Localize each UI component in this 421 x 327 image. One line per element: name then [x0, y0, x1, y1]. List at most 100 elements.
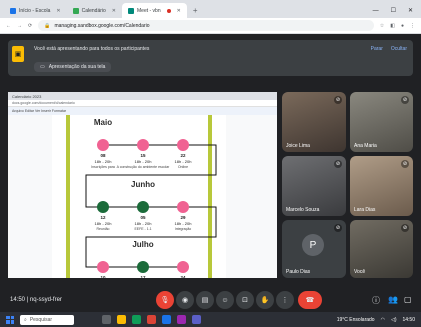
weather-text[interactable]: 19°C Ensolarado	[337, 317, 375, 323]
event-dot	[137, 201, 149, 213]
event-dot	[137, 139, 149, 151]
event-day: 24	[180, 275, 186, 278]
close-icon[interactable]: ✕	[56, 8, 60, 14]
browser-tab-3[interactable]: Meet - vbn ✕	[122, 3, 187, 18]
bookmark-icon[interactable]: ☆	[380, 23, 384, 29]
taskbar-search-placeholder: Pesquisar	[29, 316, 53, 323]
screen-share-icon: ▭	[40, 64, 45, 70]
event-time: 18h - 20h	[95, 159, 112, 164]
recording-icon	[166, 8, 171, 13]
tab-label: Meet - vbn	[137, 7, 161, 14]
event-day: 08	[100, 153, 106, 158]
event-day: 12	[100, 215, 106, 220]
event-label: A construção do ambiente escolar	[117, 165, 171, 169]
windows-taskbar: ⌕ Pesquisar 19°C Ensolarado ◠ ◁) 14:50	[0, 312, 421, 327]
participant-name: Paulo Dias	[286, 269, 311, 275]
participant-tile[interactable]: ⊘ Você	[350, 220, 413, 278]
people-icon[interactable]: 👥	[388, 295, 398, 304]
reload-icon[interactable]: ⟳	[28, 23, 32, 29]
search-icon: ⌕	[24, 316, 27, 323]
taskbar-apps	[102, 315, 201, 324]
presenting-chip-label: Apresentação da sua tela	[48, 64, 106, 70]
shared-toolbar: Arquivo Editar Ver Inserir Formatar	[8, 107, 277, 115]
event-day: 17	[140, 275, 146, 278]
clock-text[interactable]: 14:50	[402, 317, 415, 323]
edge-icon[interactable]	[132, 315, 141, 324]
page-border-left	[66, 115, 70, 278]
tab-favicon-icon	[10, 7, 16, 14]
close-icon[interactable]: ✕	[177, 8, 181, 14]
close-window-icon[interactable]: ✕	[408, 7, 413, 14]
captions-button[interactable]: ▤	[196, 291, 214, 309]
url-text: managing.sandbox.google.com/Calendario	[54, 22, 150, 29]
tab-favicon-icon	[72, 7, 79, 14]
event-dot	[97, 261, 109, 273]
event-label: EEFE - 1.1	[134, 227, 151, 231]
event-day: 15	[140, 153, 146, 158]
hide-banner-button[interactable]: Ocultar	[391, 46, 407, 52]
participant-tile[interactable]: ⊘ Marcelo Souza	[282, 156, 346, 216]
presenting-banner: ▣ Você está apresentando para todos os p…	[8, 40, 413, 76]
stop-presenting-button[interactable]: Parar	[371, 46, 383, 52]
wifi-icon[interactable]: ◠	[381, 317, 385, 323]
menu-icon[interactable]: ⋮	[410, 23, 415, 29]
participant-tile[interactable]: P ⊘ Paulo Dias	[282, 220, 346, 278]
chat-icon[interactable]: ▢	[404, 295, 412, 304]
event-dot	[97, 201, 109, 213]
mail-icon[interactable]	[162, 315, 171, 324]
leave-call-button[interactable]: ☎	[298, 291, 322, 309]
task-view-icon[interactable]	[102, 315, 111, 324]
raise-hand-button[interactable]: ✋	[256, 291, 274, 309]
browser-tab-2[interactable]: Calendário ✕	[67, 3, 122, 18]
system-tray: 19°C Ensolarado ◠ ◁) 14:50	[337, 317, 421, 323]
event-time: 18h - 20h	[175, 221, 192, 226]
participant-tile[interactable]: ⊘ Lara Dias	[350, 156, 413, 216]
store-icon[interactable]	[177, 315, 186, 324]
participant-name: Joice Lima	[286, 143, 310, 149]
mic-off-icon: ⊘	[401, 96, 409, 104]
taskbar-search[interactable]: ⌕ Pesquisar	[20, 314, 74, 325]
mic-off-icon: ⊘	[401, 160, 409, 168]
info-icon[interactable]: ⓘ	[372, 295, 380, 306]
shared-tab: Calendário 2023	[8, 92, 277, 100]
participant-tile[interactable]: ⊘ Ana Maria	[350, 92, 413, 152]
participant-name: Ana Maria	[354, 143, 377, 149]
browser-tab-1[interactable]: Início - Escola ✕	[4, 3, 67, 18]
back-icon[interactable]: ←	[6, 23, 11, 29]
page	[52, 115, 226, 278]
volume-icon[interactable]: ◁)	[391, 317, 397, 323]
month-title: Julho	[132, 240, 153, 249]
participant-tile[interactable]: ⊘ Joice Lima	[282, 92, 346, 152]
minimize-icon[interactable]: —	[373, 8, 379, 14]
event-dot	[137, 261, 149, 273]
file-explorer-icon[interactable]	[117, 315, 126, 324]
chrome-icon[interactable]	[147, 315, 156, 324]
windows-start-icon[interactable]	[6, 315, 14, 324]
event-label: Online	[178, 165, 188, 169]
mic-off-icon: ⊘	[334, 160, 342, 168]
more-options-button[interactable]: ⋮	[276, 291, 294, 309]
participant-name: Você	[354, 269, 366, 275]
teams-icon[interactable]	[192, 315, 201, 324]
emoji-button[interactable]: ☺	[216, 291, 234, 309]
maximize-icon[interactable]: ☐	[391, 7, 396, 14]
month-title: Junho	[131, 180, 155, 189]
tab-label: Calendário	[81, 7, 106, 14]
event-dot	[177, 139, 189, 151]
url-field[interactable]: 🔒 managing.sandbox.google.com/Calendario	[38, 20, 374, 31]
forward-icon[interactable]: →	[17, 23, 22, 29]
shared-url: docs.google.com/document/d/calendario	[8, 100, 277, 107]
banner-message: Você está apresentando para todos os par…	[34, 46, 150, 52]
profile-icon[interactable]: ●	[401, 23, 404, 29]
present-button[interactable]: ⊡	[236, 291, 254, 309]
presenting-chip[interactable]: ▭ Apresentação da sua tela	[34, 62, 112, 72]
lock-icon: 🔒	[44, 22, 51, 29]
close-icon[interactable]: ✕	[112, 8, 116, 14]
camera-button[interactable]: ◉	[176, 291, 194, 309]
event-time: 18h - 20h	[135, 221, 152, 226]
new-tab-button[interactable]: +	[187, 3, 204, 18]
extensions-icon[interactable]: ◧	[390, 23, 395, 29]
event-time: 18h - 20h	[175, 159, 192, 164]
mic-button[interactable]: 🎙	[156, 291, 174, 309]
event-time: 18h - 20h	[135, 159, 152, 164]
